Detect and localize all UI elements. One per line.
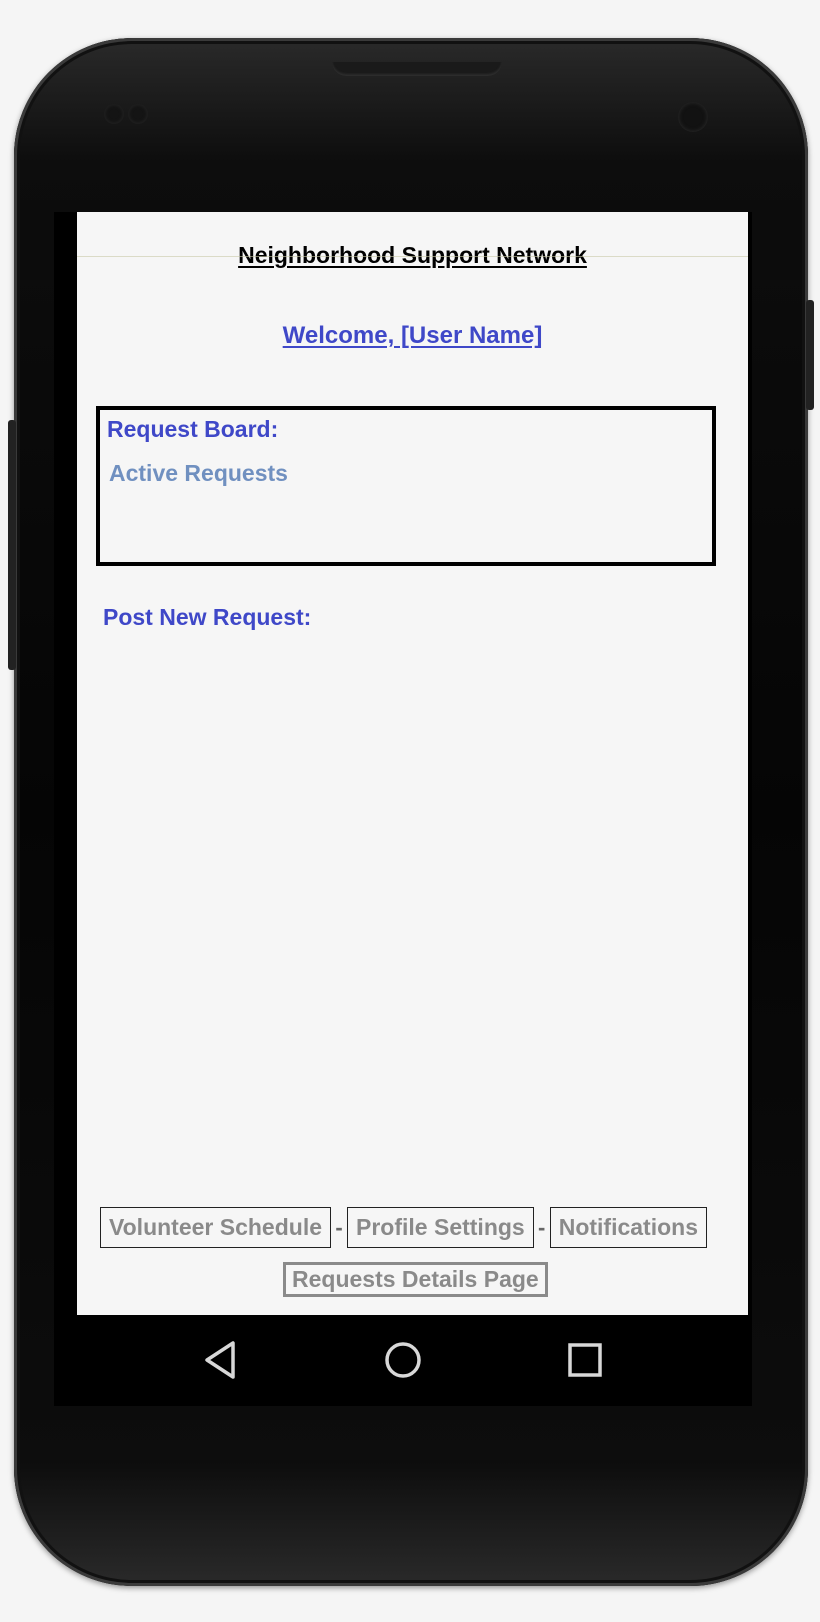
nav-separator: - bbox=[538, 1214, 546, 1240]
volunteer-schedule-button[interactable]: Volunteer Schedule bbox=[100, 1207, 332, 1248]
header-divider bbox=[77, 256, 748, 257]
welcome-user-link[interactable]: Welcome, [User Name] bbox=[77, 322, 748, 350]
nav-separator: - bbox=[335, 1214, 343, 1240]
proximity-sensor bbox=[104, 104, 124, 124]
post-new-request-label[interactable]: Post New Request: bbox=[103, 604, 311, 631]
recents-square-icon[interactable] bbox=[562, 1337, 608, 1383]
light-sensor bbox=[128, 104, 148, 124]
power-button[interactable] bbox=[806, 300, 814, 410]
request-board-panel: Request Board: Active Requests bbox=[96, 406, 716, 566]
profile-settings-button[interactable]: Profile Settings bbox=[347, 1207, 534, 1248]
back-triangle-icon[interactable] bbox=[199, 1337, 245, 1383]
bottom-nav-row: Volunteer Schedule - Profile Settings - … bbox=[100, 1207, 707, 1248]
request-board-title: Request Board: bbox=[107, 416, 279, 442]
active-requests-label[interactable]: Active Requests bbox=[109, 460, 288, 487]
notifications-button[interactable]: Notifications bbox=[549, 1207, 707, 1248]
requests-details-page-button[interactable]: Requests Details Page bbox=[283, 1262, 548, 1297]
front-camera bbox=[678, 102, 708, 132]
system-navigation-bar bbox=[54, 1315, 752, 1406]
volume-button[interactable] bbox=[8, 420, 16, 670]
earpiece-speaker bbox=[332, 62, 502, 76]
app-screen: Neighborhood Support Network Welcome, [U… bbox=[77, 212, 748, 1315]
home-circle-icon[interactable] bbox=[380, 1337, 426, 1383]
